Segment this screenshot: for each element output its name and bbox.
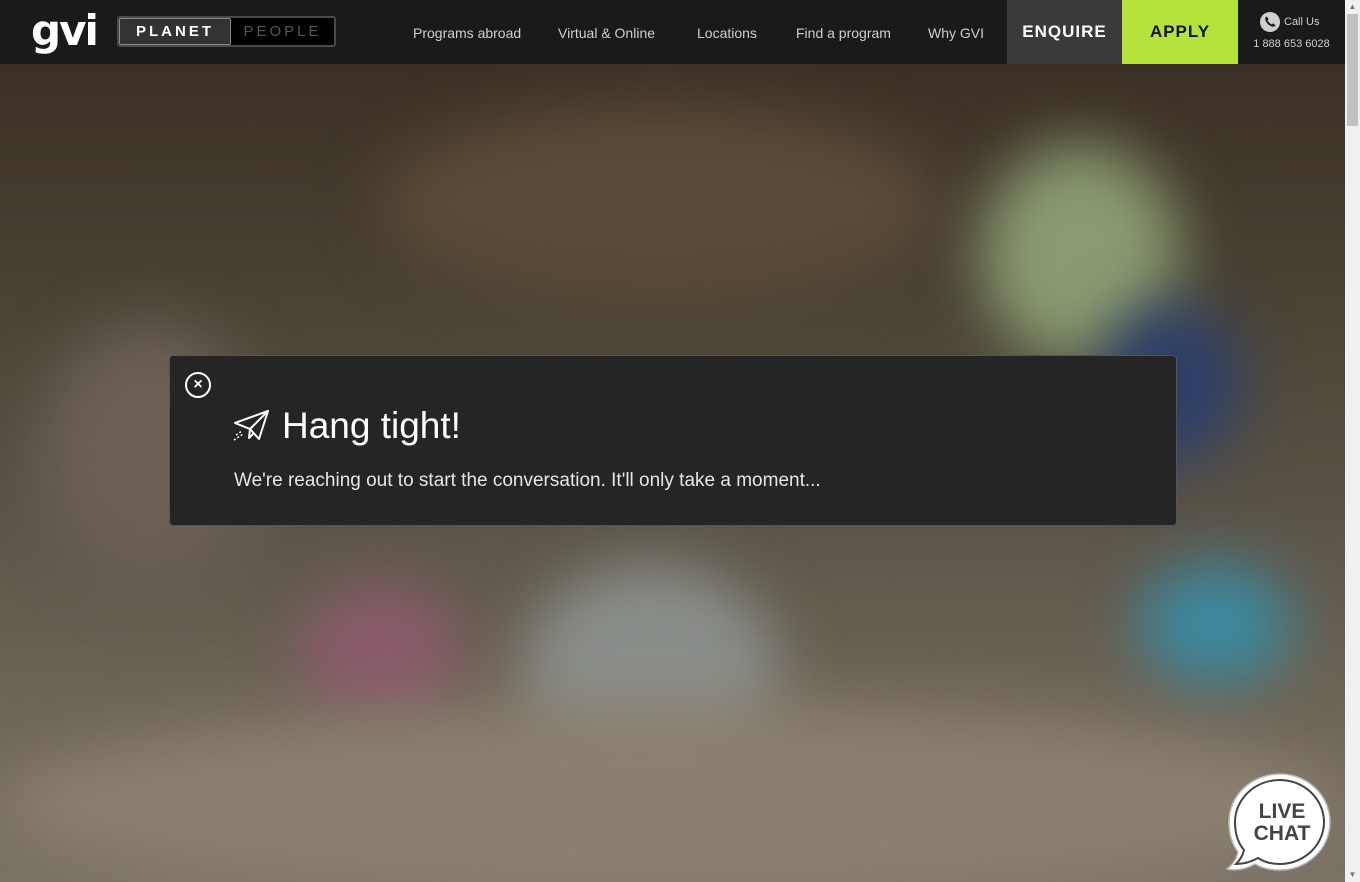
phone-icon [1260, 12, 1280, 32]
toggle-people[interactable]: PEOPLE [231, 18, 334, 45]
call-us-label: Call Us [1284, 16, 1320, 28]
nav-why-gvi[interactable]: Why GVI [928, 24, 984, 42]
call-us-link[interactable]: Call Us 1 888 653 6028 [1238, 0, 1345, 64]
live-chat-label: LIVE CHAT [1246, 801, 1318, 845]
scroll-thumb[interactable] [1347, 14, 1358, 126]
nav-locations[interactable]: Locations [697, 24, 757, 42]
planet-people-toggle: PLANET PEOPLE [117, 16, 336, 47]
dialog-message: We're reaching out to start the conversa… [234, 470, 821, 491]
live-chat-button[interactable]: LIVE CHAT [1224, 772, 1334, 876]
enquire-button[interactable]: ENQUIRE [1007, 0, 1122, 64]
paper-plane-icon [233, 409, 271, 443]
nav-programs-abroad[interactable]: Programs abroad [413, 24, 521, 42]
toggle-planet[interactable]: PLANET [119, 18, 231, 45]
page-scrollbar[interactable]: ▲ ▼ [1345, 0, 1360, 882]
phone-number: 1 888 653 6028 [1253, 38, 1330, 50]
close-icon[interactable]: × [185, 372, 211, 398]
top-navigation-bar: gvi PLANET PEOPLE Programs abroad Virtua… [0, 0, 1345, 64]
dialog-title: Hang tight! [282, 405, 461, 446]
nav-find-a-program[interactable]: Find a program [796, 24, 891, 42]
live-chat-line2: CHAT [1253, 822, 1311, 845]
scroll-up-arrow-icon[interactable]: ▲ [1345, 0, 1360, 14]
live-chat-line1: LIVE [1258, 800, 1306, 823]
nav-virtual-online[interactable]: Virtual & Online [558, 24, 655, 42]
chat-connecting-dialog: × Hang tight! We're reaching out to star… [169, 355, 1177, 526]
apply-button[interactable]: APPLY [1122, 0, 1238, 64]
gvi-logo[interactable]: gvi [31, 6, 99, 56]
scroll-down-arrow-icon[interactable]: ▼ [1345, 868, 1360, 882]
